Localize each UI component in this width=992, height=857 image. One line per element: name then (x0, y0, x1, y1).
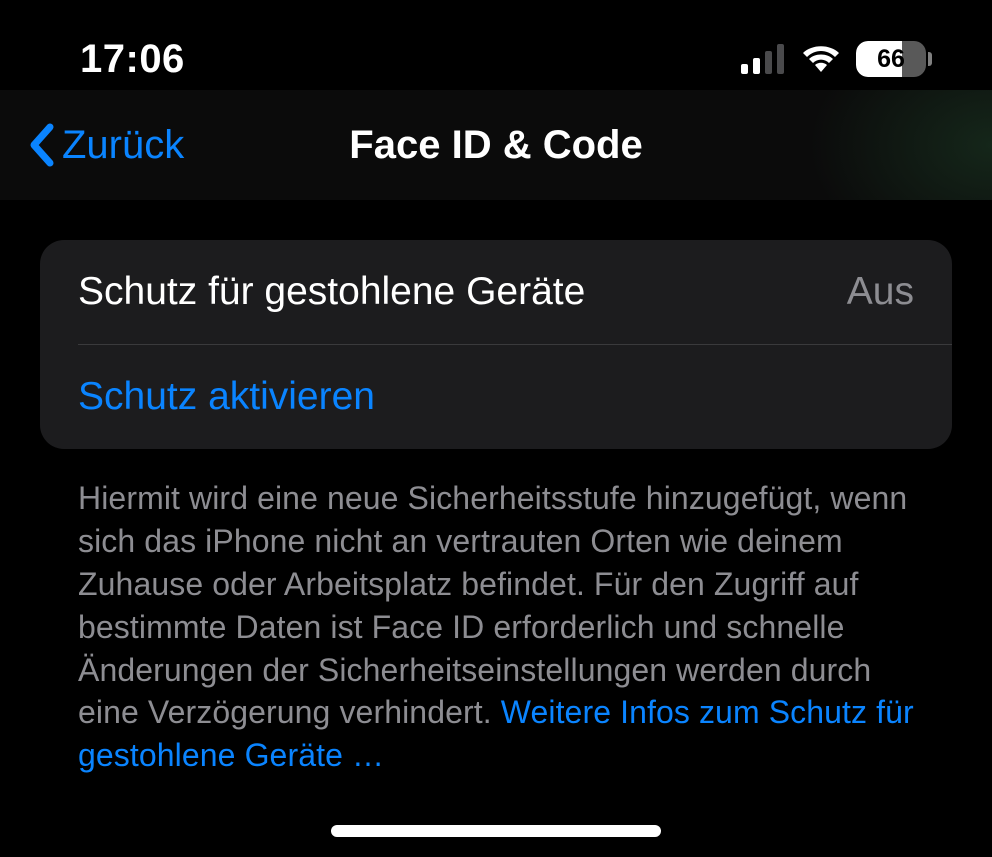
wifi-icon (800, 44, 842, 74)
status-time: 17:06 (80, 37, 185, 82)
navigation-bar: Zurück Face ID & Code (0, 90, 992, 200)
home-indicator[interactable] (331, 825, 661, 837)
content-area: Schutz für gestohlene Geräte Aus Schutz … (0, 200, 992, 777)
status-bar: 17:06 66 (0, 0, 992, 90)
activate-protection-button[interactable]: Schutz aktivieren (40, 345, 952, 449)
settings-group: Schutz für gestohlene Geräte Aus Schutz … (40, 240, 952, 449)
footer-description-text: Hiermit wird eine neue Sicherheitsstufe … (78, 480, 907, 730)
status-indicators: 66 (741, 41, 932, 77)
stolen-device-value: Aus (847, 270, 914, 314)
stolen-device-protection-row[interactable]: Schutz für gestohlene Geräte Aus (40, 240, 952, 344)
stolen-device-label: Schutz für gestohlene Geräte (78, 270, 585, 314)
cellular-signal-icon (741, 44, 786, 74)
chevron-left-icon (28, 123, 54, 167)
battery-icon: 66 (856, 41, 932, 77)
footer-description: Hiermit wird eine neue Sicherheitsstufe … (40, 449, 952, 777)
back-button[interactable]: Zurück (20, 123, 184, 168)
battery-percent: 66 (856, 41, 926, 77)
back-label: Zurück (62, 123, 184, 168)
